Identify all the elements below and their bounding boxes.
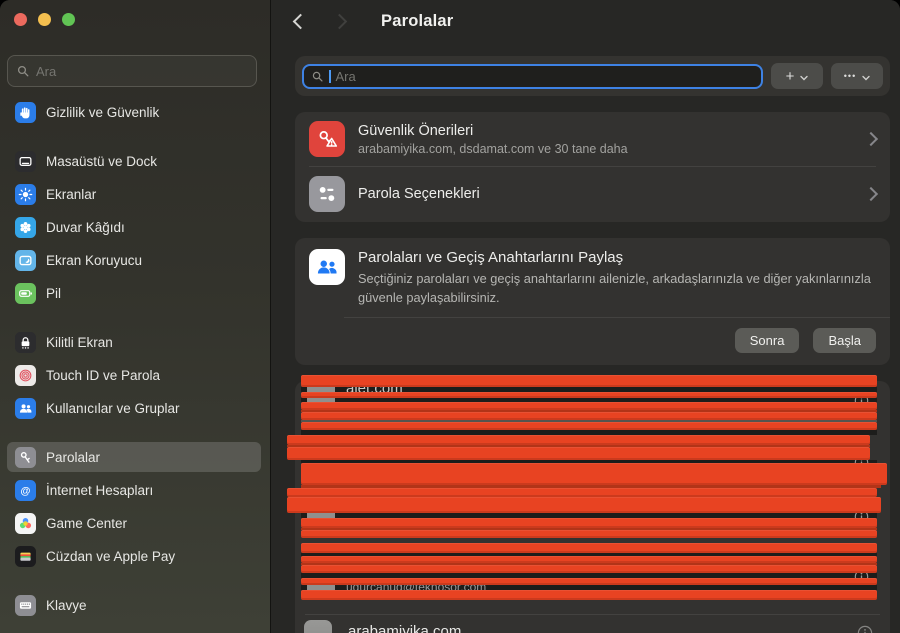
redaction-box <box>301 412 877 420</box>
redaction-box <box>301 463 887 485</box>
redaction-box <box>301 556 877 563</box>
system-settings-window: Ara Gizlilik ve GüvenlikMasaüstü ve Dock… <box>0 0 900 633</box>
redaction-box <box>301 578 877 585</box>
redaction-box <box>301 375 877 387</box>
redaction-box <box>301 518 877 528</box>
redaction-box <box>287 497 881 513</box>
redaction-box <box>287 447 870 460</box>
redaction-box <box>287 435 870 445</box>
redaction-box <box>301 402 877 410</box>
redaction-box <box>301 543 877 553</box>
redaction-box <box>301 530 877 538</box>
redaction-box <box>301 590 877 600</box>
redaction-box <box>301 422 877 430</box>
redaction-overlay: ajet.comugurcanug@teknosor.com <box>0 0 900 633</box>
redaction-box <box>287 488 877 497</box>
redaction-box <box>301 565 877 573</box>
